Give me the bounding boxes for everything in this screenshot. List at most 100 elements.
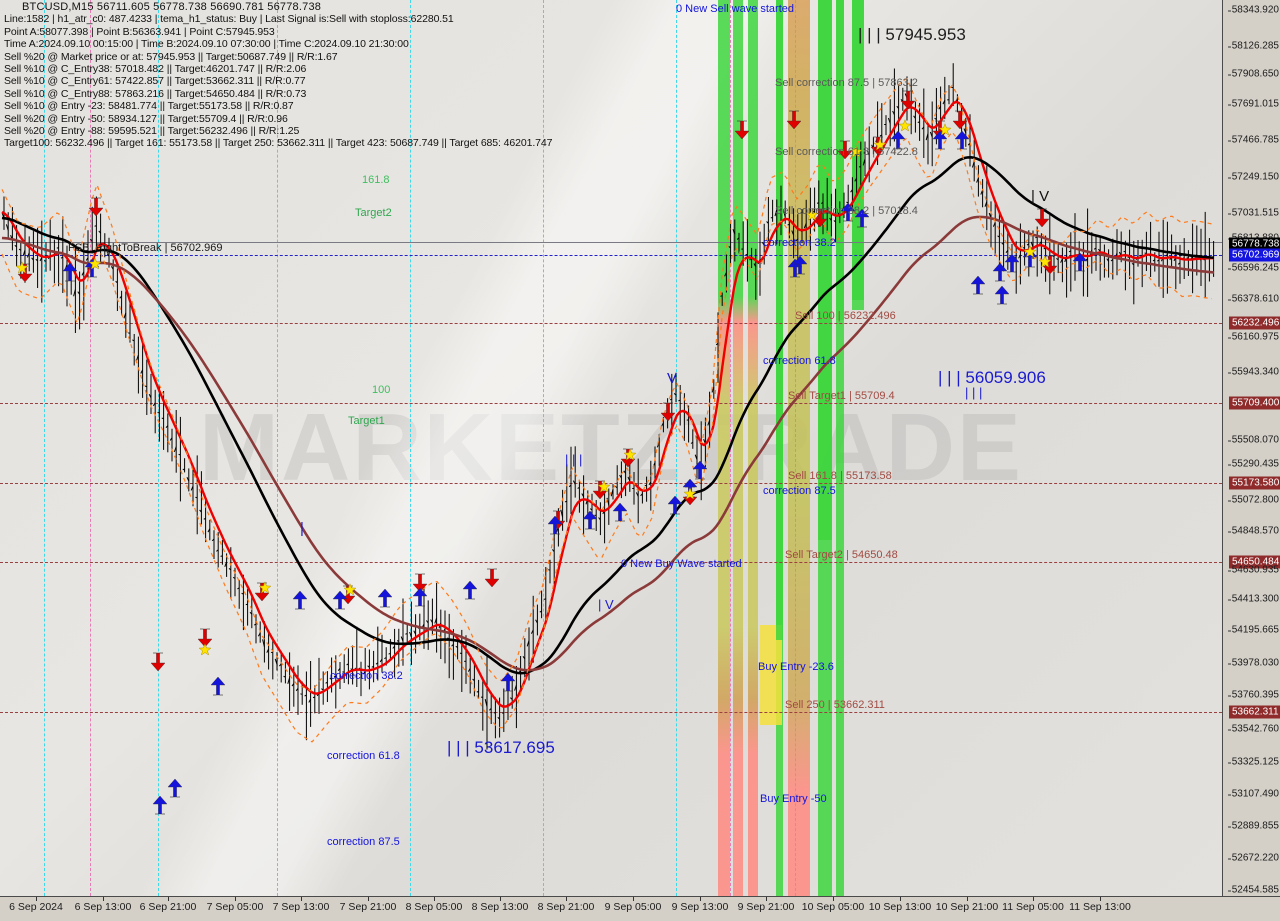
tick-mark bbox=[1228, 729, 1231, 730]
price-tick: 56596.245 bbox=[1232, 263, 1279, 274]
chart-annotation: correction 87.5 bbox=[763, 485, 836, 497]
price-tick: 56160.975 bbox=[1232, 332, 1279, 343]
price-tick: 57031.515 bbox=[1232, 208, 1279, 219]
time-tick-label: 10 Sep 05:00 bbox=[802, 901, 864, 913]
price-tick: 57908.650 bbox=[1232, 69, 1279, 80]
buy-arrow-marker bbox=[293, 591, 307, 609]
price-tick: 52672.220 bbox=[1232, 853, 1279, 864]
price-level-label: Sell 100 | 56232.496 bbox=[795, 310, 896, 322]
chart-annotation: 161.8 bbox=[362, 174, 390, 186]
chart-annotation: Sell correction 38.2 | 57018.4 bbox=[775, 205, 918, 217]
tick-mark bbox=[1228, 74, 1231, 75]
buy-arrow-marker bbox=[971, 276, 985, 294]
time-tick-label: 9 Sep 21:00 bbox=[738, 901, 795, 913]
info-row-5: Sell %10 @ C_Entry61: 57422.857 || Targe… bbox=[4, 75, 1222, 87]
chart-annotation: | V bbox=[1031, 188, 1049, 205]
sell-arrow-marker bbox=[89, 198, 103, 216]
price-axis[interactable]: 58343.92058126.28557908.65057691.0155746… bbox=[1222, 0, 1280, 896]
tick-mark bbox=[1228, 299, 1231, 300]
chart-plot-area[interactable]: MARKETZTRADE 0 New Sell wave started| | … bbox=[0, 0, 1222, 896]
time-tick-label: 7 Sep 05:00 bbox=[207, 901, 264, 913]
chart-annotation: Target1 bbox=[348, 415, 385, 427]
buy-arrow-marker bbox=[211, 677, 225, 695]
info-row-4: Sell %10 @ C_Entry38: 57018.482 || Targe… bbox=[4, 63, 1222, 75]
chart-annotation: correction 87.5 bbox=[327, 836, 400, 848]
tick-mark bbox=[1228, 337, 1231, 338]
tick-mark bbox=[1228, 177, 1231, 178]
tick-mark bbox=[1228, 663, 1231, 664]
tick-mark bbox=[1228, 826, 1231, 827]
tick-mark bbox=[1228, 213, 1231, 214]
price-tick: 52889.855 bbox=[1232, 821, 1279, 832]
time-tick-label: 6 Sep 2024 bbox=[9, 901, 63, 913]
price-tick: 53978.030 bbox=[1232, 658, 1279, 669]
price-tick: 53760.395 bbox=[1232, 690, 1279, 701]
chart-annotation: correction 61.8 bbox=[763, 355, 836, 367]
tick-mark bbox=[1228, 104, 1231, 105]
price-tick: 52454.585 bbox=[1232, 885, 1279, 896]
price-tag-red: 53662.311 bbox=[1229, 706, 1280, 719]
price-tick: 53325.125 bbox=[1232, 757, 1279, 768]
time-axis[interactable]: 6 Sep 20246 Sep 13:006 Sep 21:007 Sep 05… bbox=[0, 896, 1280, 921]
buy-arrow-marker bbox=[413, 588, 427, 606]
price-tick: 57249.150 bbox=[1232, 172, 1279, 183]
chart-annotation: | V bbox=[598, 597, 614, 612]
buy-arrow-marker bbox=[463, 581, 477, 599]
price-level-label: FSB_RightToBreak | 56702.969 bbox=[68, 242, 223, 254]
info-row-3: Sell %20 @ Market price or at: 57945.953… bbox=[4, 51, 1222, 63]
chart-annotation: Target2 bbox=[355, 207, 392, 219]
tick-mark bbox=[1228, 599, 1231, 600]
tick-mark bbox=[1228, 500, 1231, 501]
buy-arrow-marker bbox=[583, 511, 597, 529]
time-tick-label: 11 Sep 05:00 bbox=[1002, 901, 1064, 913]
price-tag-red: 55709.400 bbox=[1229, 397, 1280, 410]
price-tick: 55508.070 bbox=[1232, 435, 1279, 446]
time-tick-label: 9 Sep 05:00 bbox=[605, 901, 662, 913]
buy-arrow-marker bbox=[995, 286, 1009, 304]
time-tick-label: 6 Sep 13:00 bbox=[75, 901, 132, 913]
price-tick: 55290.435 bbox=[1232, 459, 1279, 470]
price-tag-blue: 56702.969 bbox=[1229, 249, 1280, 262]
info-row-6: Sell %10 @ C_Entry88: 57863.216 || Targe… bbox=[4, 88, 1222, 100]
time-tick-label: 10 Sep 21:00 bbox=[936, 901, 998, 913]
tick-mark bbox=[1228, 440, 1231, 441]
sell-arrow-marker bbox=[485, 569, 499, 587]
price-tick: 54630.935 bbox=[1232, 565, 1279, 576]
tick-mark bbox=[1228, 464, 1231, 465]
price-level-label: Sell Target1 | 55709.4 bbox=[788, 390, 895, 402]
price-tick: 58126.285 bbox=[1232, 41, 1279, 52]
time-tick-label: 7 Sep 21:00 bbox=[340, 901, 397, 913]
tick-mark bbox=[1228, 10, 1231, 11]
tick-mark bbox=[1228, 794, 1231, 795]
chart-annotation: correction 38.2 bbox=[330, 670, 403, 682]
price-bars bbox=[2, 63, 1213, 749]
price-tick: 58343.920 bbox=[1232, 5, 1279, 16]
price-tick: 54195.665 bbox=[1232, 625, 1279, 636]
chart-annotation: correction 61.8 bbox=[327, 750, 400, 762]
price-tick: 53107.490 bbox=[1232, 789, 1279, 800]
price-tick: 54848.570 bbox=[1232, 526, 1279, 537]
time-tick-label: 11 Sep 13:00 bbox=[1069, 901, 1131, 913]
chart-annotation: | | | bbox=[565, 452, 582, 467]
tick-mark bbox=[1228, 268, 1231, 269]
price-tick: 55072.800 bbox=[1232, 495, 1279, 506]
price-tick: 54413.300 bbox=[1232, 594, 1279, 605]
time-tick-label: 8 Sep 05:00 bbox=[406, 901, 463, 913]
strategy-info-rows: Line:1582 | h1_atr_c0: 487.4233 | tema_h… bbox=[4, 13, 1222, 149]
time-tick-label: 8 Sep 21:00 bbox=[538, 901, 595, 913]
chart-annotation: 100 bbox=[372, 384, 390, 396]
time-tick-label: 9 Sep 13:00 bbox=[672, 901, 729, 913]
time-tick-label: 8 Sep 13:00 bbox=[472, 901, 529, 913]
buy-arrow-marker bbox=[993, 263, 1007, 281]
chart-annotation: 0 New Buy Wave started bbox=[621, 558, 742, 570]
info-row-9: Sell %20 @ Entry -88: 59595.521 || Targe… bbox=[4, 125, 1222, 137]
tick-mark bbox=[1228, 372, 1231, 373]
tick-mark bbox=[1228, 531, 1231, 532]
price-tick: 55943.340 bbox=[1232, 367, 1279, 378]
chart-annotation: | | | 53617.695 bbox=[447, 738, 555, 758]
tick-mark bbox=[1228, 762, 1231, 763]
time-tick-label: 7 Sep 13:00 bbox=[273, 901, 330, 913]
info-row-0: Line:1582 | h1_atr_c0: 487.4233 | tema_h… bbox=[4, 13, 1222, 25]
chart-info-header: BTCUSD,M15 56711.605 56778.738 56690.781… bbox=[0, 0, 1222, 150]
info-row-2: Time A:2024.09.10 00:15:00 | Time B:2024… bbox=[4, 38, 1222, 50]
